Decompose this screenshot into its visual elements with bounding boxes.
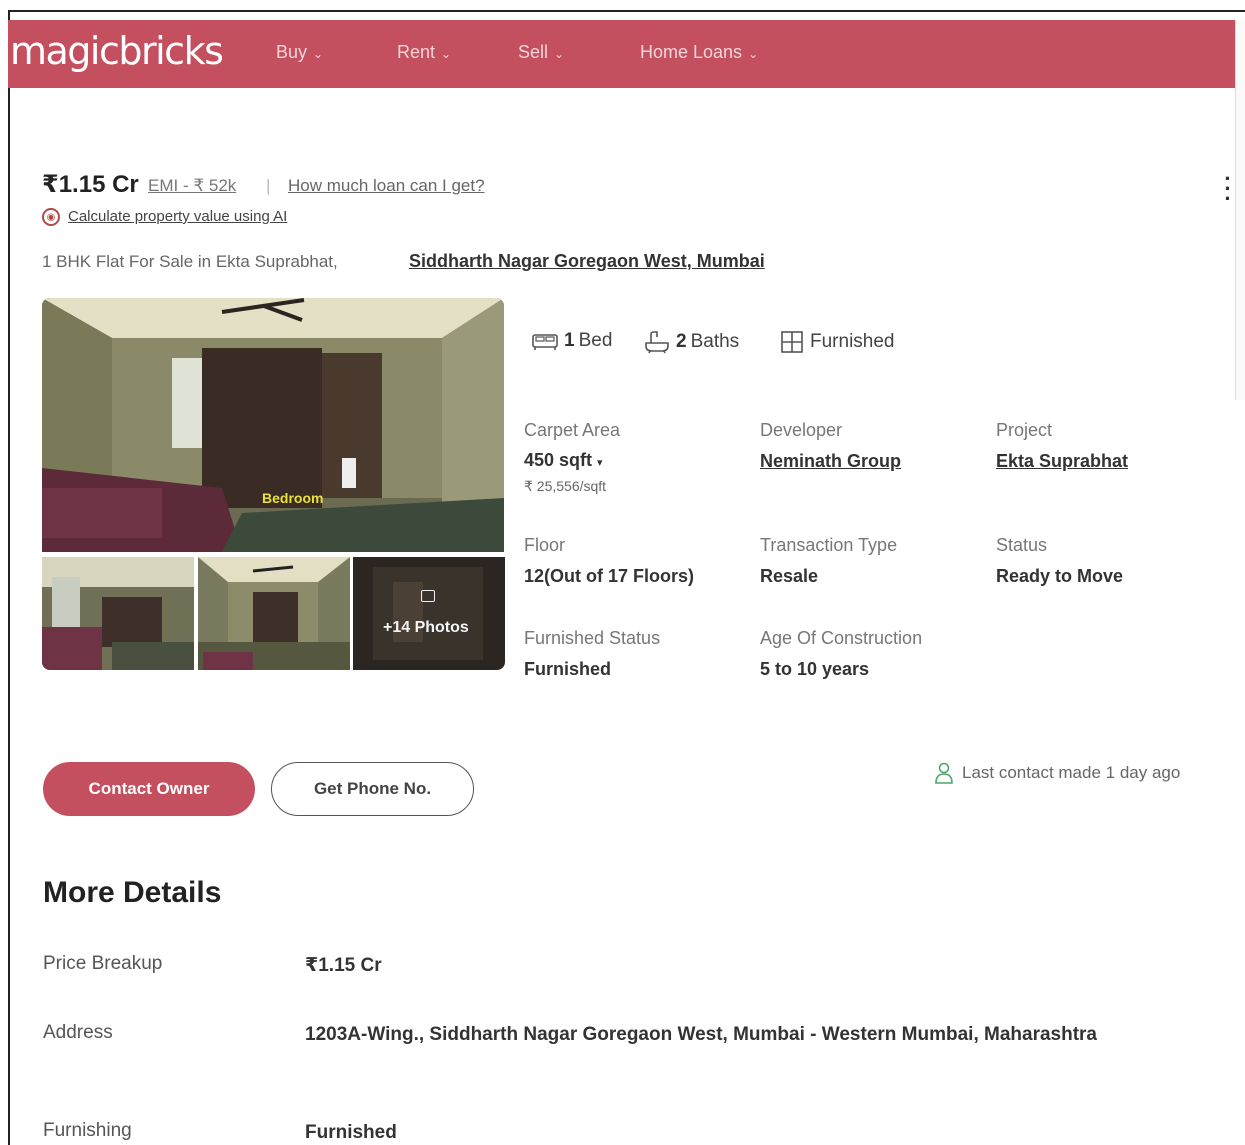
bedroom-photo	[42, 298, 504, 552]
photo-room-label: Bedroom	[262, 490, 324, 506]
chevron-down-icon: ⌄	[748, 46, 759, 61]
beds-count: 1	[564, 330, 575, 351]
furnished-status-label: Furnished Status	[524, 628, 661, 648]
nav-home-loans-label: Home Loans	[640, 42, 743, 62]
loan-eligibility-link[interactable]: How much loan can I get?	[288, 176, 485, 196]
baths-info: 2 Baths	[644, 330, 739, 354]
scrollbar[interactable]	[1235, 20, 1245, 400]
price-breakup-value: ₹1.15 Cr	[305, 955, 382, 976]
beds-info: 1 Bed	[532, 330, 612, 352]
magicbricks-logo[interactable]: magicbricks	[10, 29, 224, 73]
address-value: 1203A-Wing., Siddharth Nagar Goregaon We…	[305, 1024, 1097, 1045]
more-photos-count: +14 Photos	[383, 619, 469, 636]
window-icon	[781, 331, 803, 353]
photo-icon	[421, 590, 435, 602]
age-of-construction-label: Age Of Construction	[760, 628, 923, 648]
top-nav: magicbricks Buy ⌄ Rent ⌄ Sell ⌄ Home Loans ⌄	[8, 20, 1236, 88]
chevron-down-icon: ▾	[597, 457, 603, 469]
nav-sell[interactable]: Sell ⌄	[518, 42, 564, 63]
nav-home-loans[interactable]: Home Loans ⌄	[640, 42, 758, 63]
floor-value: 12(Out of 17 Floors)	[524, 566, 695, 586]
furnishing-info: Furnished	[780, 330, 895, 354]
last-contact-text: Last contact made 1 day ago	[962, 763, 1181, 782]
transaction-type-label: Transaction Type	[760, 535, 898, 555]
price-breakup-label: Price Breakup	[43, 953, 163, 974]
listing-location-link[interactable]: Siddharth Nagar Goregaon West, Mumbai	[409, 251, 765, 272]
furnishing-detail-label: Furnishing	[43, 1120, 132, 1141]
chevron-down-icon: ⌄	[554, 46, 565, 61]
chevron-down-icon: ⌄	[441, 46, 452, 61]
ai-calculator-icon: ◉	[42, 208, 60, 226]
chevron-down-icon: ⌄	[313, 46, 324, 61]
more-photos-tile[interactable]: +14 Photos	[353, 557, 505, 670]
bathtub-icon	[645, 331, 669, 354]
carpet-area-number: 450 sqft	[524, 450, 593, 470]
get-phone-button[interactable]: Get Phone No.	[271, 762, 474, 816]
photo-thumbnail[interactable]	[198, 557, 350, 670]
listing-title: 1 BHK Flat For Sale in Ekta Suprabhat,	[42, 252, 338, 271]
living-room-photo	[42, 557, 194, 670]
project-label: Project	[996, 420, 1053, 440]
nav-sell-label: Sell	[518, 42, 549, 62]
more-options-icon[interactable]: · · ·	[1222, 168, 1234, 210]
beds-label: Bed	[578, 330, 613, 351]
status-label: Status	[996, 535, 1048, 555]
photo-thumbnail[interactable]	[42, 557, 194, 670]
furnishing-detail-value: Furnished	[305, 1122, 397, 1143]
hall-photo	[198, 557, 350, 670]
calculate-value-link[interactable]: Calculate property value using AI	[68, 208, 287, 225]
status-value: Ready to Move	[996, 566, 1124, 586]
bed-icon	[532, 334, 558, 350]
furnished-status-value: Furnished	[524, 659, 612, 679]
nav-rent[interactable]: Rent ⌄	[397, 42, 451, 63]
contact-owner-button[interactable]: Contact Owner	[43, 762, 255, 816]
nav-buy-label: Buy	[276, 42, 308, 62]
last-contact-info: Last contact made 1 day ago	[934, 762, 1180, 784]
address-label: Address	[43, 1022, 113, 1043]
more-photos-background	[353, 557, 505, 670]
nav-rent-label: Rent	[397, 42, 436, 62]
furnishing-label: Furnished	[810, 331, 895, 352]
carpet-area-label: Carpet Area	[524, 420, 621, 440]
price-per-sqft: ₹ 25,556/sqft	[524, 478, 607, 494]
more-details-heading: More Details	[43, 876, 222, 909]
floor-label: Floor	[524, 535, 566, 555]
user-icon	[935, 762, 953, 784]
baths-label: Baths	[690, 331, 740, 352]
transaction-type-value: Resale	[760, 566, 819, 586]
age-of-construction-value: 5 to 10 years	[760, 659, 870, 679]
developer-label: Developer	[760, 420, 843, 440]
developer-link[interactable]: Neminath Group	[760, 451, 901, 472]
emi-link[interactable]: EMI - ₹ 52k	[148, 176, 236, 196]
main-photo[interactable]: Bedroom	[42, 298, 504, 552]
divider: |	[266, 176, 271, 195]
carpet-area-value[interactable]: 450 sqft ▾	[524, 450, 603, 471]
project-link[interactable]: Ekta Suprabhat	[996, 451, 1128, 472]
listing-price: ₹1.15 Cr	[42, 171, 139, 198]
nav-buy[interactable]: Buy ⌄	[276, 42, 323, 63]
baths-count: 2	[676, 331, 687, 352]
